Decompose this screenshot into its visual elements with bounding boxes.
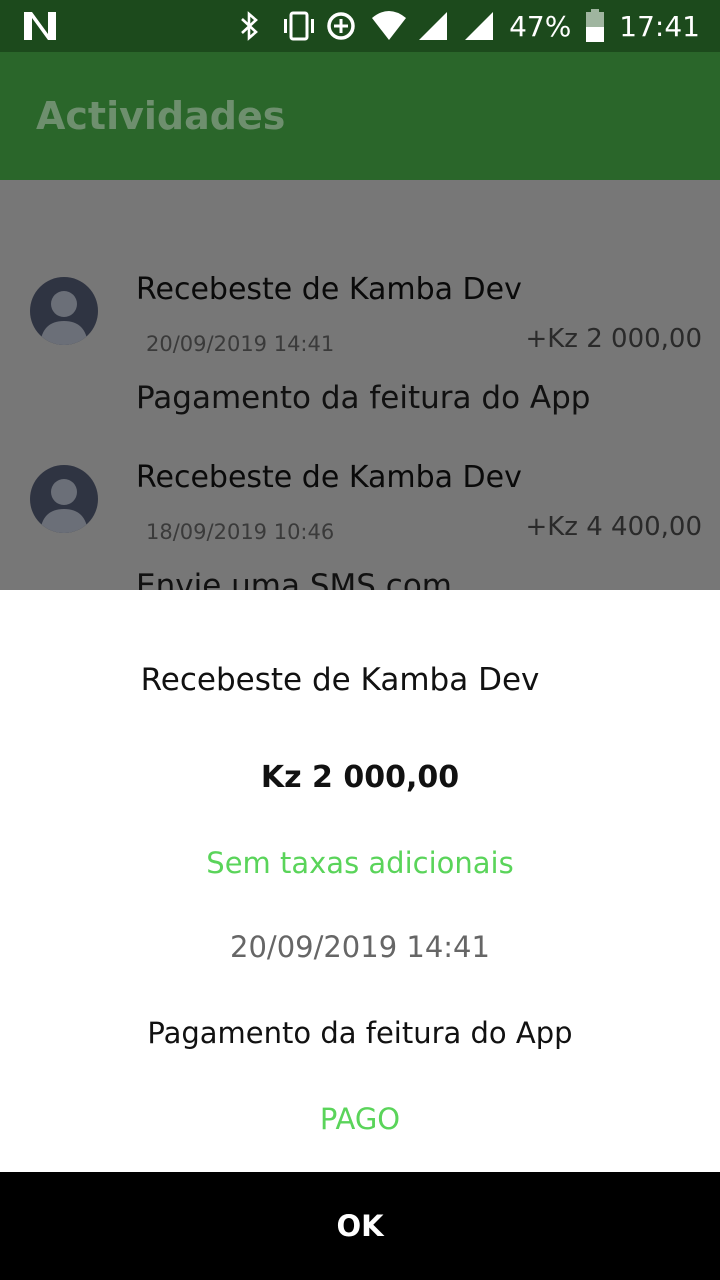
clock: 17:41 [619,9,700,43]
battery-icon [585,9,605,43]
signal-icon [463,10,495,42]
detail-amount: Kz 2 000,00 [260,760,460,795]
activity-list: Recebeste de Kamba Dev 20/09/2019 14:41 … [0,180,720,590]
avatar [30,277,98,345]
list-item[interactable]: Recebeste de Kamba Dev 20/09/2019 14:41 … [0,180,720,416]
detail-fees: Sem taxas adicionais [206,846,514,880]
ok-button[interactable]: OK [0,1172,720,1280]
app-bar: Actividades [0,52,720,180]
activity-date: 20/09/2019 14:41 [146,332,335,356]
list-item[interactable]: Recebeste de Kamba Dev 18/09/2019 10:46 … [0,368,720,590]
data-saver-icon [325,10,357,42]
activity-amount: +Kz 2 000,00 [525,324,702,354]
ok-button-label: OK [336,1209,384,1243]
activity-title: Recebeste de Kamba Dev [136,272,522,307]
detail-title: Recebeste de Kamba Dev [140,662,540,698]
activity-date: 18/09/2019 10:46 [146,520,335,544]
status-badge: PAGO [319,1102,401,1136]
status-bar: 47% 17:41 [0,0,720,52]
detail-date: 20/09/2019 14:41 [230,930,490,964]
page-title: Actividades [36,94,286,138]
vibrate-icon [279,10,315,42]
wifi-icon [371,10,407,42]
detail-description: Pagamento da feitura do App [147,1016,573,1050]
battery-percent: 47% [509,9,572,43]
activity-title: Recebeste de Kamba Dev [136,460,522,495]
signal-icon [417,10,449,42]
avatar [30,465,98,533]
transaction-detail-sheet: Recebeste de Kamba Dev Kz 2 000,00 Sem t… [0,590,720,1172]
activity-amount: +Kz 4 400,00 [525,512,702,542]
bluetooth-icon [233,10,265,42]
activity-description: Envie uma SMS com [136,568,452,590]
notification-n-icon [22,10,58,42]
